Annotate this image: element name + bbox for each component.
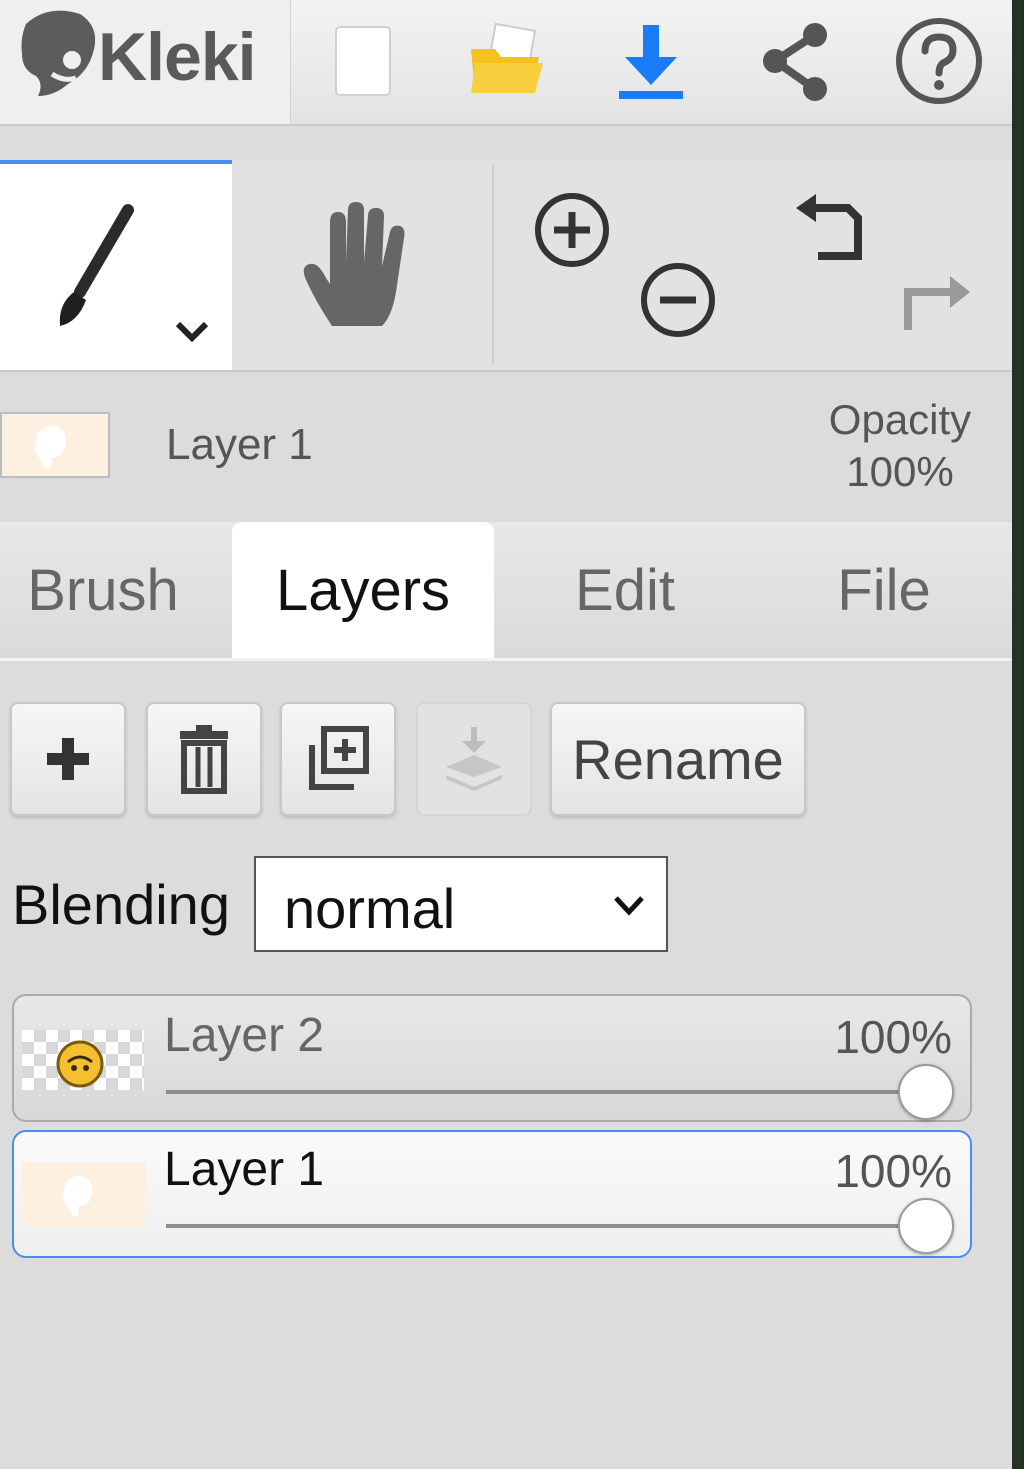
opacity-slider-track[interactable]	[166, 1090, 926, 1094]
tab-label: Layers	[275, 557, 451, 623]
redo-button[interactable]	[896, 258, 980, 342]
current-layer-thumbnail	[0, 412, 110, 478]
undo-icon	[796, 194, 862, 260]
share-button[interactable]	[740, 6, 850, 116]
duplicate-layer-button[interactable]	[280, 702, 396, 816]
delete-layer-icon	[180, 725, 228, 794]
opacity-slider-knob[interactable]	[898, 1198, 954, 1254]
layer-name: Layer 1	[164, 1143, 325, 1196]
rename-label: Rename	[572, 727, 784, 791]
current-layer-name: Layer 1	[166, 420, 313, 469]
layer-thumbnail	[22, 1030, 144, 1090]
tab-label: Edit	[575, 557, 675, 623]
layer-item[interactable]: Layer 2 100%	[12, 994, 972, 1122]
merge-down-button[interactable]	[416, 702, 532, 816]
brush-tool-button[interactable]	[0, 160, 232, 370]
opacity-slider-track[interactable]	[166, 1224, 926, 1228]
help-button[interactable]	[884, 6, 994, 116]
kleki-logo-icon	[21, 10, 96, 97]
layer-opacity: 100%	[834, 1145, 952, 1197]
open-folder-icon	[471, 22, 543, 93]
hand-icon	[303, 202, 405, 326]
opacity-slider-knob[interactable]	[898, 1064, 954, 1120]
chevron-down-icon[interactable]	[172, 316, 212, 346]
app-name: Kleki	[98, 19, 257, 95]
delete-layer-button[interactable]	[146, 702, 262, 816]
layer-item[interactable]: Layer 1 100%	[12, 1130, 972, 1258]
duplicate-layer-icon	[309, 726, 369, 790]
zoom-in-icon	[535, 193, 609, 267]
chevron-down-icon	[614, 896, 644, 916]
merge-down-icon	[446, 727, 502, 791]
tab-layers[interactable]: Layers	[232, 522, 494, 658]
current-layer-opacity: Opacity 100%	[790, 394, 1010, 498]
opacity-value: 100%	[846, 448, 954, 495]
tab-file[interactable]: File	[760, 522, 1008, 658]
tab-brush[interactable]: Brush	[0, 522, 206, 658]
redo-icon	[904, 276, 970, 330]
hand-tool-button[interactable]	[232, 160, 492, 370]
layer-opacity: 100%	[834, 1011, 952, 1063]
download-icon	[619, 25, 683, 99]
new-file-button[interactable]	[308, 6, 418, 116]
brush-icon	[59, 204, 134, 326]
logo[interactable]: Kleki	[0, 0, 291, 124]
zoom-out-button[interactable]	[636, 258, 720, 342]
layer-name: Layer 2	[164, 1009, 325, 1062]
tab-label: Brush	[27, 557, 179, 623]
blending-select[interactable]: normal	[254, 856, 668, 952]
blending-value: normal	[284, 877, 456, 940]
help-icon	[896, 18, 982, 104]
toolbar-divider	[492, 165, 494, 365]
new-file-icon	[335, 26, 391, 96]
opacity-label: Opacity	[828, 396, 972, 443]
undo-button[interactable]	[790, 192, 874, 276]
zoom-in-button[interactable]	[530, 188, 614, 272]
zoom-out-icon	[641, 263, 715, 337]
download-button[interactable]	[596, 6, 706, 116]
add-layer-button[interactable]	[10, 702, 126, 816]
canvas-edge	[1012, 0, 1024, 1469]
open-file-button[interactable]	[452, 6, 562, 116]
blending-label: Blending	[12, 873, 230, 936]
tab-label: File	[837, 557, 931, 623]
rename-layer-button[interactable]: Rename	[550, 702, 806, 816]
layer-thumbnail	[22, 1162, 146, 1226]
add-layer-icon	[47, 738, 89, 780]
share-icon	[763, 23, 827, 101]
tab-edit[interactable]: Edit	[500, 522, 750, 658]
